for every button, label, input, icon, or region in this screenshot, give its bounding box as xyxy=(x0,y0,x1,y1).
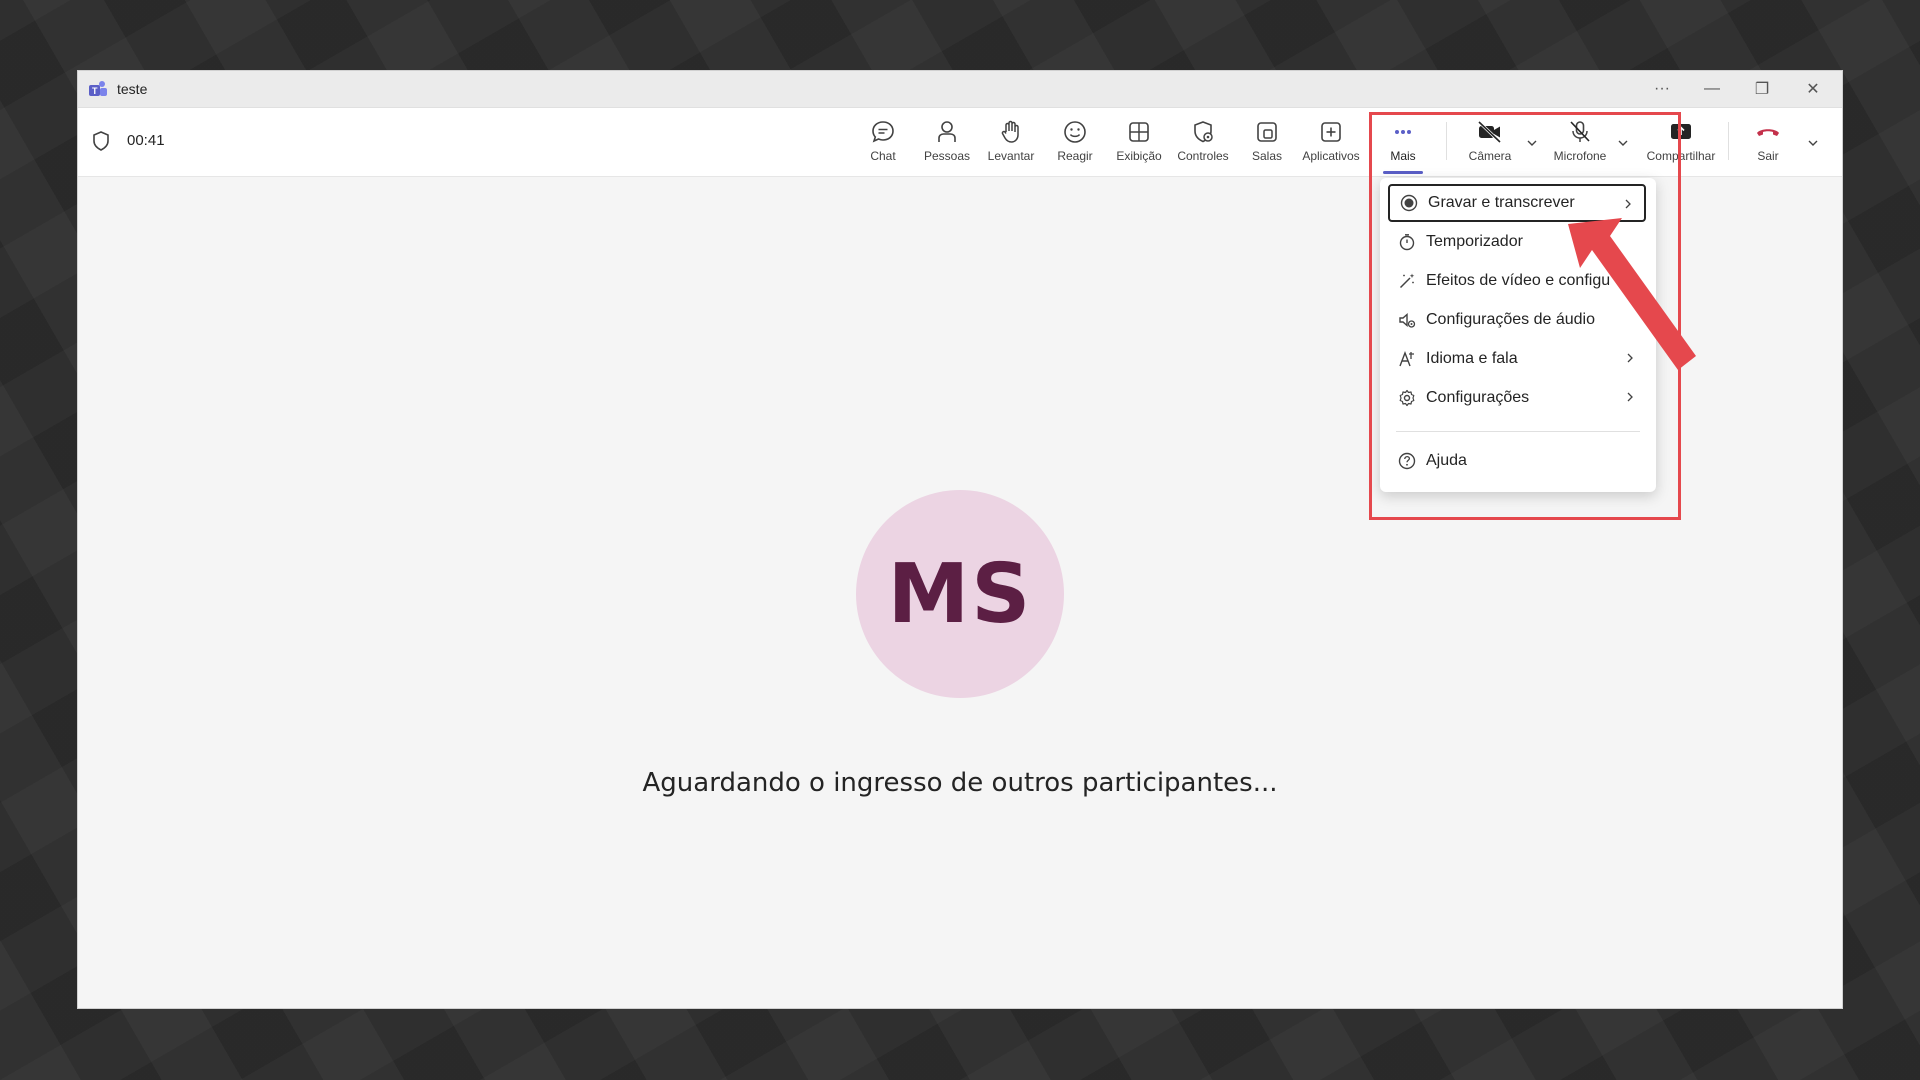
rooms-label: Salas xyxy=(1251,149,1283,163)
people-button[interactable]: Pessoas xyxy=(916,114,978,172)
leave-options-chevron-icon[interactable] xyxy=(1806,136,1820,150)
grid-icon xyxy=(1129,122,1149,142)
title-bar: T teste ··· — ❐ ✕ xyxy=(78,71,1842,108)
view-label: Exibição xyxy=(1116,149,1162,163)
toolbar-divider xyxy=(1728,122,1729,160)
leave-label: Sair xyxy=(1757,149,1779,163)
avatar-initials: MS xyxy=(887,546,1033,642)
chat-label: Chat xyxy=(870,149,896,163)
react-label: Reagir xyxy=(1057,149,1093,163)
restore-button[interactable]: ❐ xyxy=(1739,71,1785,107)
minimize-button[interactable]: — xyxy=(1689,71,1735,107)
apps-button[interactable]: Aplicativos xyxy=(1300,114,1362,172)
smiley-icon xyxy=(1064,121,1086,143)
controls-label: Controles xyxy=(1177,149,1229,163)
window-title: teste xyxy=(117,81,148,97)
window-more-button[interactable]: ··· xyxy=(1639,71,1685,107)
teams-logo-icon: T xyxy=(89,81,107,96)
raise-hand-label: Levantar xyxy=(987,149,1035,163)
shield-icon xyxy=(93,131,109,151)
hangup-icon xyxy=(1757,129,1779,136)
waiting-message: Aguardando o ingresso de outros particip… xyxy=(642,768,1278,798)
people-label: Pessoas xyxy=(923,149,971,163)
meeting-timer: 00:41 xyxy=(127,132,165,149)
chat-button[interactable]: Chat xyxy=(852,114,914,172)
controls-button[interactable]: Controles xyxy=(1172,114,1234,172)
annotation-arrow-icon xyxy=(1568,218,1696,370)
plus-square-icon xyxy=(1321,122,1341,142)
svg-text:T: T xyxy=(92,86,98,96)
avatar: MS xyxy=(856,490,1064,698)
react-button[interactable]: Reagir xyxy=(1044,114,1106,172)
hand-icon xyxy=(1001,120,1019,143)
leave-button[interactable]: Sair xyxy=(1743,114,1793,172)
rooms-button[interactable]: Salas xyxy=(1236,114,1298,172)
person-icon xyxy=(938,121,956,142)
close-button[interactable]: ✕ xyxy=(1790,71,1836,107)
raise-hand-button[interactable]: Levantar xyxy=(980,114,1042,172)
rooms-icon xyxy=(1257,122,1277,142)
shield-gear-icon xyxy=(1194,121,1213,143)
chat-icon xyxy=(872,121,894,143)
apps-label: Aplicativos xyxy=(1302,149,1360,163)
view-button[interactable]: Exibição xyxy=(1108,114,1170,172)
